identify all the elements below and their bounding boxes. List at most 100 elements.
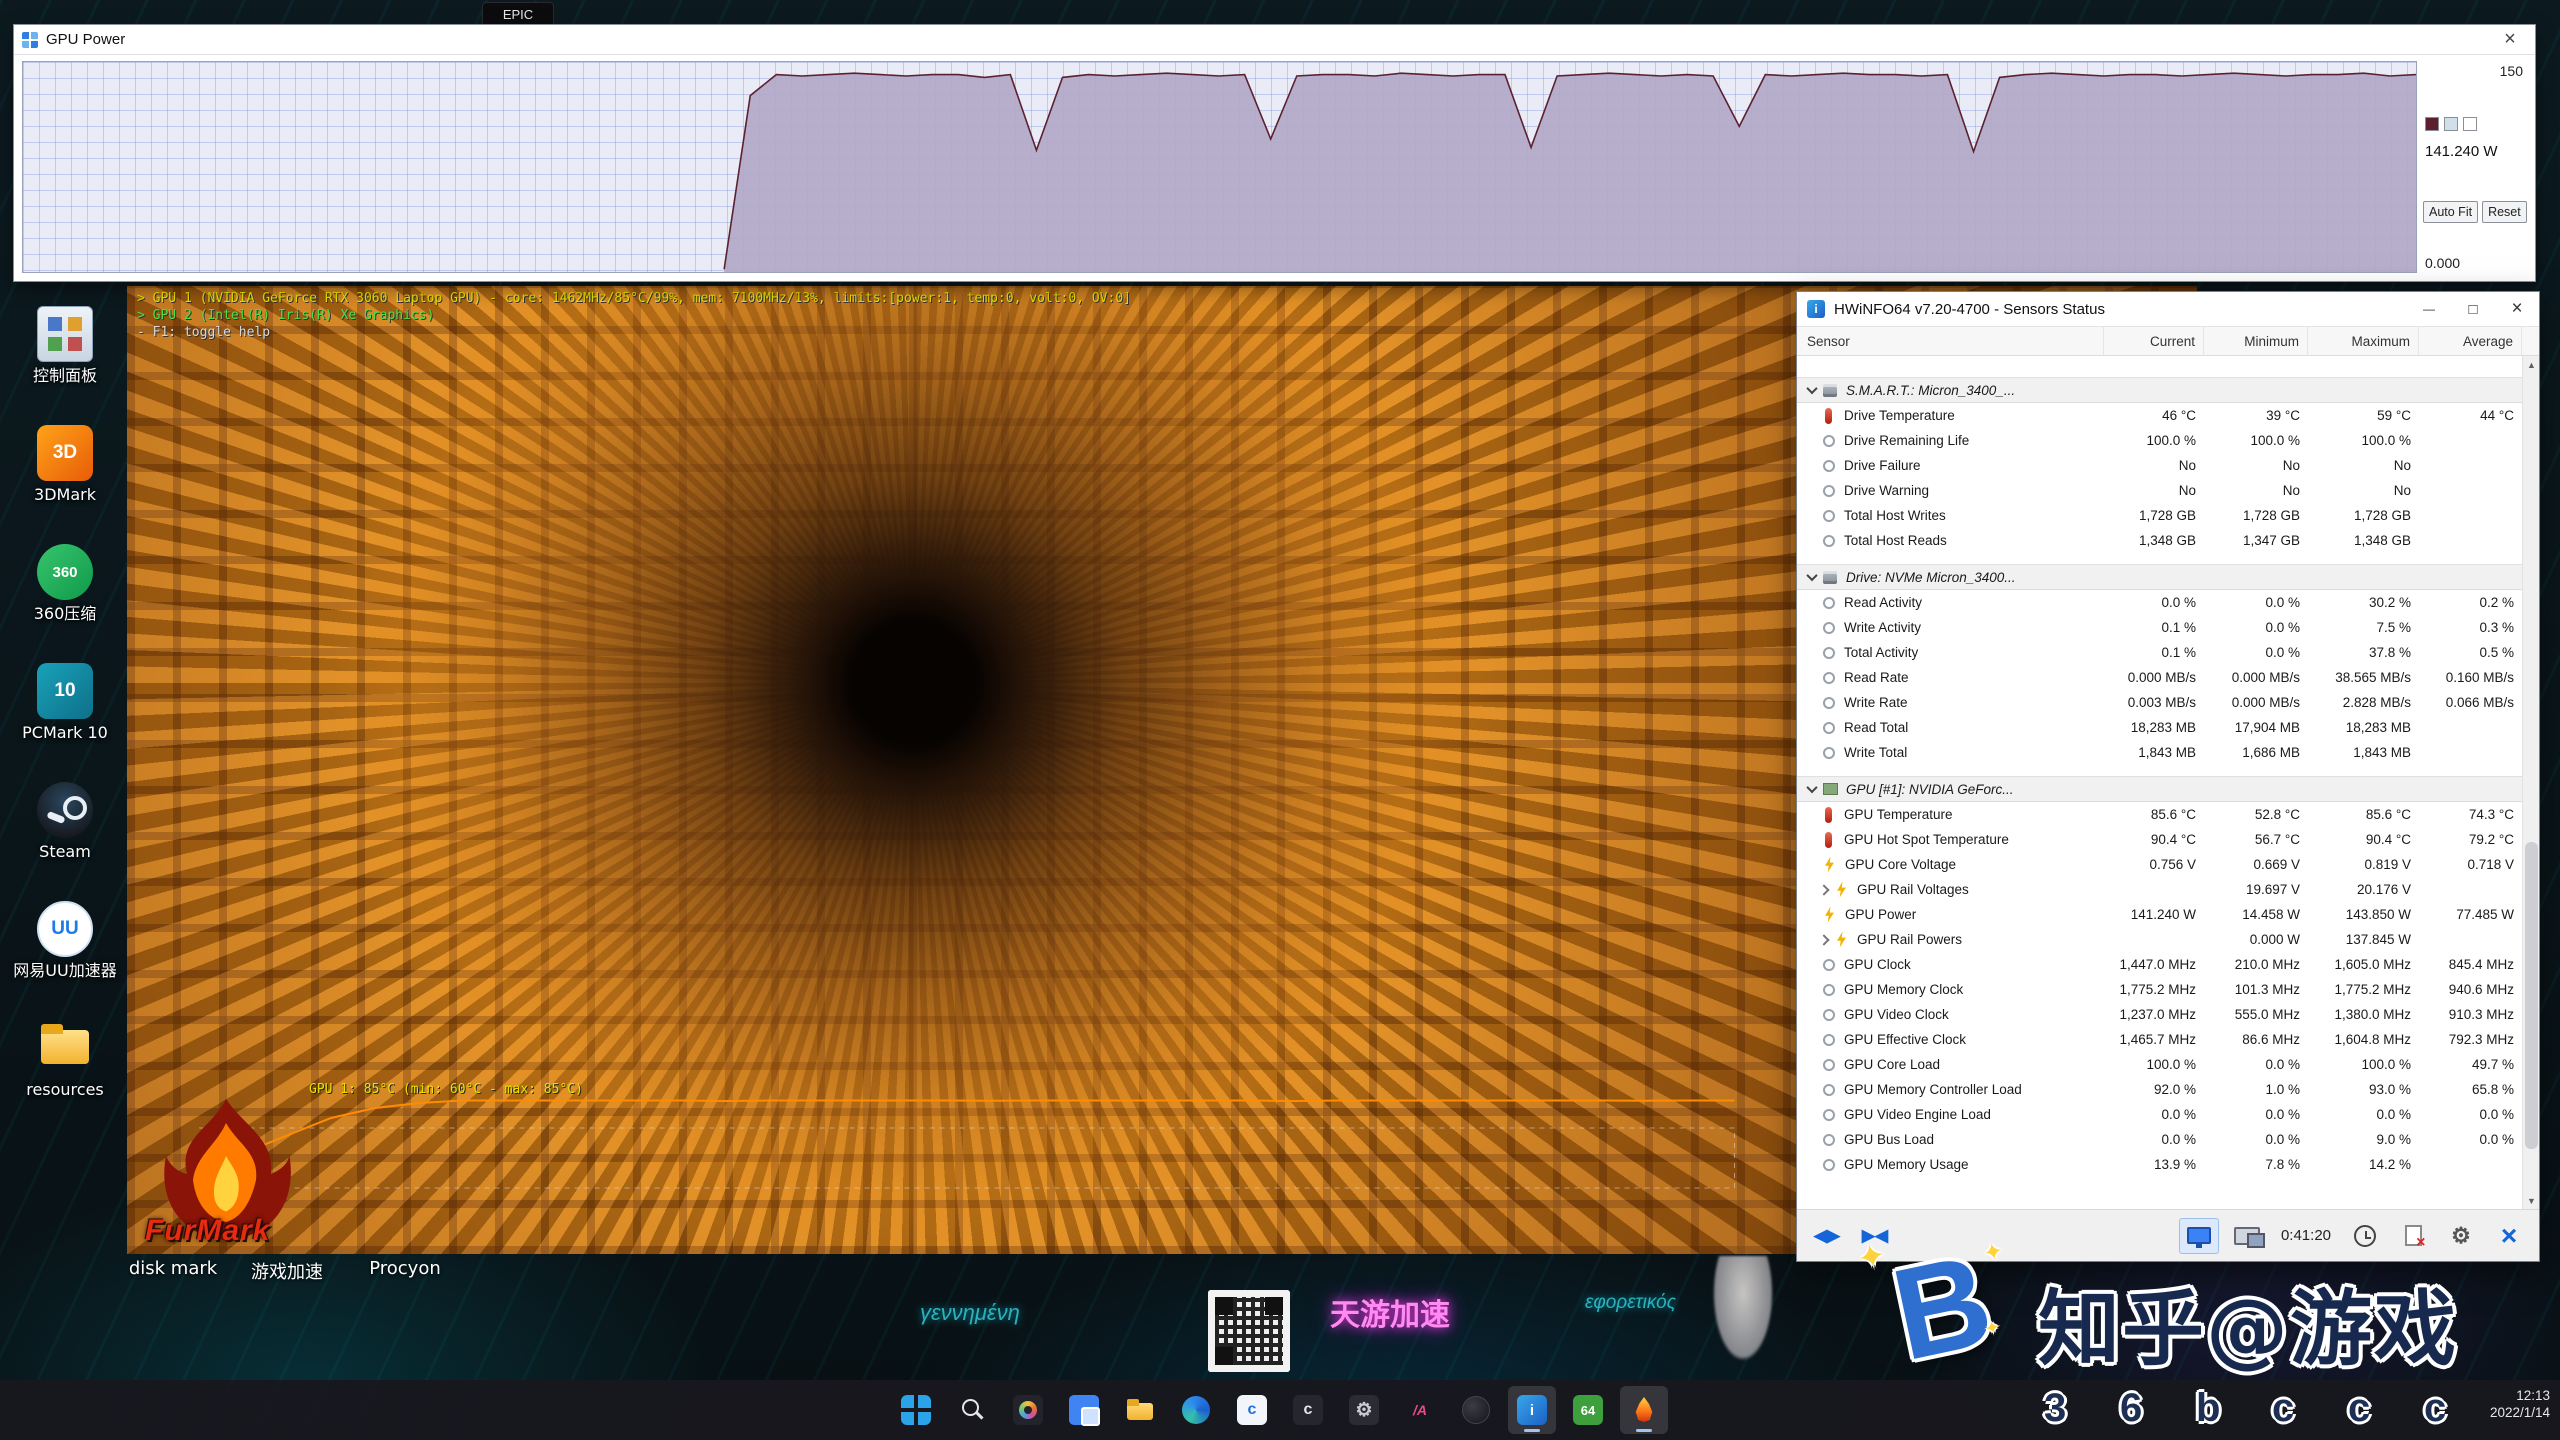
taskbar-app-dark-circle-button[interactable]: [1452, 1386, 1500, 1434]
sensor-group-row[interactable]: GPU [#1]: NVIDIA GeForc...: [1797, 776, 2522, 802]
sensor-row[interactable]: GPU Memory Clock1,775.2 MHz101.3 MHz1,77…: [1797, 977, 2522, 1002]
column-minimum[interactable]: Minimum: [2204, 327, 2308, 355]
collapse-chevron-icon[interactable]: [1806, 383, 1817, 394]
auto-fit-button[interactable]: Auto Fit: [2423, 201, 2478, 223]
series-color-swatch[interactable]: [2444, 117, 2458, 131]
column-maximum[interactable]: Maximum: [2308, 327, 2419, 355]
desktop-icon-steam[interactable]: Steam: [6, 782, 124, 861]
desktop-icon-mark3d[interactable]: 3D3DMark: [6, 425, 124, 504]
sensor-row[interactable]: Read Activity0.0 %0.0 %30.2 %0.2 %: [1797, 590, 2522, 615]
scrollbar-thumb[interactable]: [2525, 842, 2538, 1149]
sensor-row[interactable]: Drive WarningNoNoNo: [1797, 478, 2522, 503]
sensor-group-row[interactable]: S.M.A.R.T.: Micron_3400_...: [1797, 377, 2522, 403]
sensor-row[interactable]: GPU Memory Usage13.9 %7.8 %14.2 %: [1797, 1152, 2522, 1177]
close-icon[interactable]: [2495, 293, 2539, 325]
expand-chevron-icon[interactable]: [1818, 934, 1829, 945]
sensor-row[interactable]: GPU Core Voltage0.756 V0.669 V0.819 V0.7…: [1797, 852, 2522, 877]
taskbar-aida-button[interactable]: /A: [1396, 1386, 1444, 1434]
dual-monitor-button[interactable]: [2227, 1218, 2267, 1254]
maximize-icon[interactable]: [2451, 293, 2495, 325]
desktop-icon-z360[interactable]: 360360压缩: [6, 544, 124, 623]
scroll-down-icon[interactable]: ▼: [2523, 1192, 2539, 1209]
scroll-up-icon[interactable]: ▲: [2523, 356, 2539, 373]
sensor-row[interactable]: GPU Clock1,447.0 MHz210.0 MHz1,605.0 MHz…: [1797, 952, 2522, 977]
taskbar-edge-button[interactable]: [1172, 1386, 1220, 1434]
photos-icon: [1013, 1395, 1043, 1425]
series-color-swatch[interactable]: [2425, 117, 2439, 131]
sensor-row[interactable]: GPU Power141.240 W14.458 W143.850 W77.48…: [1797, 902, 2522, 927]
sensor-row[interactable]: Total Host Reads1,348 GB1,347 GB1,348 GB: [1797, 528, 2522, 553]
taskbar-task-view-button[interactable]: [1060, 1386, 1108, 1434]
taskbar-furmark-button[interactable]: [1620, 1386, 1668, 1434]
desktop-icon-label: 360压缩: [34, 605, 97, 623]
taskbar-app-64-button[interactable]: 64: [1564, 1386, 1612, 1434]
sensor-row[interactable]: Total Activity0.1 %0.0 %37.8 %0.5 %: [1797, 640, 2522, 665]
column-sensor[interactable]: Sensor: [1797, 327, 2104, 355]
nav-arrows-button[interactable]: ◀▶: [1807, 1218, 1847, 1254]
taskbar-settings-button[interactable]: ⚙: [1340, 1386, 1388, 1434]
sensor-row[interactable]: Drive Temperature46 °C39 °C59 °C44 °C: [1797, 403, 2522, 428]
sensor-row[interactable]: GPU Hot Spot Temperature90.4 °C56.7 °C90…: [1797, 827, 2522, 852]
sensor-row[interactable]: GPU Temperature85.6 °C52.8 °C85.6 °C74.3…: [1797, 802, 2522, 827]
gpu-power-titlebar[interactable]: GPU Power: [14, 25, 2535, 55]
taskbar-file-explorer-button[interactable]: [1116, 1386, 1164, 1434]
hwinfo-app-icon: i: [1807, 300, 1825, 318]
column-current[interactable]: Current: [2104, 327, 2204, 355]
sensor-row[interactable]: Write Rate0.003 MB/s0.000 MB/s2.828 MB/s…: [1797, 690, 2522, 715]
reset-button[interactable]: Reset: [2482, 201, 2527, 223]
desktop-icon-folder[interactable]: resources: [6, 1020, 124, 1099]
desktop-icon-pcmark[interactable]: 10PCMark 10: [6, 663, 124, 742]
series-color-swatch[interactable]: [2463, 117, 2477, 131]
collapse-chevron-icon[interactable]: [1806, 782, 1817, 793]
sensor-table-header[interactable]: Sensor Current Minimum Maximum Average: [1797, 326, 2539, 356]
taskbar-photos-button[interactable]: [1004, 1386, 1052, 1434]
vertical-scrollbar[interactable]: ▲ ▼: [2522, 356, 2539, 1209]
monitor-view-button[interactable]: [2179, 1218, 2219, 1254]
desktop-icon-label-game-boost[interactable]: 游戏加速: [242, 1258, 332, 1284]
desktop-icon-cpanel[interactable]: 控制面板: [6, 306, 124, 385]
value-maximum: No: [2308, 483, 2419, 498]
taskbar-clock[interactable]: 12:13 2022/1/14: [2490, 1387, 2550, 1421]
sensor-row[interactable]: Write Total1,843 MB1,686 MB1,843 MB: [1797, 740, 2522, 765]
close-icon[interactable]: [2493, 28, 2527, 52]
value-maximum: 0.819 V: [2308, 857, 2419, 872]
sensor-row[interactable]: GPU Effective Clock1,465.7 MHz86.6 MHz1,…: [1797, 1027, 2522, 1052]
collapse-chevron-icon[interactable]: [1806, 570, 1817, 581]
settings-gear-button[interactable]: [2441, 1218, 2481, 1254]
minimize-icon[interactable]: [2407, 293, 2451, 325]
sensor-group-row[interactable]: Drive: NVMe Micron_3400...: [1797, 564, 2522, 590]
sensor-row[interactable]: Total Host Writes1,728 GB1,728 GB1,728 G…: [1797, 503, 2522, 528]
taskbar-app-c-light-button[interactable]: c: [1228, 1386, 1276, 1434]
sensor-row[interactable]: GPU Core Load100.0 %0.0 %100.0 %49.7 %: [1797, 1052, 2522, 1077]
desktop-icon-label-procyon[interactable]: Procyon: [360, 1258, 450, 1279]
desktop-icon-uu[interactable]: UU网易UU加速器: [6, 901, 124, 980]
sensor-row[interactable]: GPU Rail Powers0.000 W137.845 W: [1797, 927, 2522, 952]
value-current: 1,775.2 MHz: [2104, 982, 2204, 997]
desktop-icon-label-disk-mark[interactable]: disk mark: [128, 1258, 218, 1279]
taskbar-hwinfo-button[interactable]: i: [1508, 1386, 1556, 1434]
sensor-row[interactable]: GPU Memory Controller Load92.0 %1.0 %93.…: [1797, 1077, 2522, 1102]
value-current: 0.003 MB/s: [2104, 695, 2204, 710]
column-average[interactable]: Average: [2419, 327, 2522, 355]
hwinfo-titlebar[interactable]: i HWiNFO64 v7.20-4700 - Sensors Status: [1797, 292, 2539, 326]
taskbar-start-button[interactable]: [892, 1386, 940, 1434]
sensor-row[interactable]: GPU Bus Load0.0 %0.0 %9.0 %0.0 %: [1797, 1127, 2522, 1152]
sensor-row[interactable]: GPU Video Engine Load0.0 %0.0 %0.0 %0.0 …: [1797, 1102, 2522, 1127]
nav-arrows-alt-button[interactable]: ▶◀: [1855, 1218, 1895, 1254]
clock-button[interactable]: [2345, 1218, 2385, 1254]
sensor-row[interactable]: Drive FailureNoNoNo: [1797, 453, 2522, 478]
value-maximum: 1,348 GB: [2308, 533, 2419, 548]
taskbar-app-c-dark-button[interactable]: c: [1284, 1386, 1332, 1434]
sensor-row[interactable]: Drive Remaining Life100.0 %100.0 %100.0 …: [1797, 428, 2522, 453]
sensor-row[interactable]: GPU Rail Voltages19.697 V20.176 V: [1797, 877, 2522, 902]
expand-chevron-icon[interactable]: [1818, 884, 1829, 895]
sensor-row[interactable]: Write Activity0.1 %0.0 %7.5 %0.3 %: [1797, 615, 2522, 640]
sensor-row[interactable]: GPU Video Clock1,237.0 MHz555.0 MHz1,380…: [1797, 1002, 2522, 1027]
value-minimum: 0.0 %: [2204, 645, 2308, 660]
report-close-button[interactable]: [2393, 1218, 2433, 1254]
sensor-row[interactable]: Read Total18,283 MB17,904 MB18,283 MB: [1797, 715, 2522, 740]
taskbar-search-button[interactable]: [948, 1386, 996, 1434]
toolbar-close-button[interactable]: [2489, 1218, 2529, 1254]
sensor-row[interactable]: Read Rate0.000 MB/s0.000 MB/s38.565 MB/s…: [1797, 665, 2522, 690]
value-maximum: 1,604.8 MHz: [2308, 1032, 2419, 1047]
